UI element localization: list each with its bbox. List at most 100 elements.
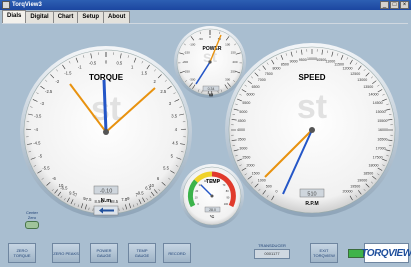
power-gauge-button[interactable]: POWER GAUGE — [90, 243, 118, 263]
tick-label: -250 — [184, 69, 190, 73]
tick-label: -9.5 — [136, 191, 144, 196]
tick-label: -4 — [34, 127, 38, 132]
power-value: 0.34 — [208, 87, 215, 91]
center-zero-label: Center Zero — [25, 210, 38, 220]
torqview-logo: TORQVIEW — [361, 243, 411, 263]
zero-torque-button[interactable]: ZERO TORQUE — [8, 243, 36, 263]
tick-label: 7000 — [258, 78, 266, 82]
tick-label: -1.5 — [64, 71, 72, 76]
gauges-svg: 0 0.511.522.533.544.555.566.577.588.599.5… — [20, 26, 399, 228]
tick-label: 0.5 — [116, 61, 122, 66]
tick-label: 3500 — [238, 137, 246, 141]
tick-label: 2000 — [247, 164, 255, 168]
tick-label: -1 — [78, 64, 82, 69]
torque-gauge: 0 0.511.522.533.544.555.566.577.588.599.5… — [20, 46, 192, 218]
tick-label: -5.5 — [42, 165, 50, 170]
speed-title: SPEED — [298, 73, 325, 82]
tick-label: 15500 — [377, 119, 387, 123]
tick-label: 6000 — [247, 93, 255, 97]
tick-label: 13000 — [357, 78, 367, 82]
tick-label: 0 — [276, 190, 278, 194]
tick-label: 15000 — [376, 110, 386, 114]
tick-label: 500 — [266, 185, 272, 189]
temp-title: TEMP — [206, 179, 221, 185]
tick-label: -50 — [198, 37, 203, 41]
tick-label: 8500 — [281, 63, 289, 67]
tick-label: 5500 — [242, 101, 250, 105]
temp-gauge-button[interactable]: TEMP GAUGE — [128, 243, 156, 263]
tick-label: 2.5 — [160, 89, 166, 94]
tick-label: -3.5 — [34, 114, 42, 119]
temp-hub — [210, 194, 214, 198]
torque-title: TORQUE — [89, 73, 124, 82]
tick-label: 20000 — [343, 190, 353, 194]
tick-label: 9000 — [290, 60, 298, 64]
tick-label: 3000 — [239, 147, 247, 151]
temp-unit: °C — [210, 214, 215, 219]
tick-label: 9500 — [299, 58, 307, 62]
tick-label: 19000 — [357, 178, 367, 182]
tick-label: -6 — [52, 176, 56, 181]
tick-label: 1.5 — [141, 71, 147, 76]
tick-label: 16500 — [377, 137, 387, 141]
tick-label: 100 — [224, 202, 229, 206]
tick-label: -5 — [38, 153, 42, 158]
exit-button[interactable]: EXIT TORQVIEW — [310, 243, 338, 263]
tick-label: -6.5 — [60, 185, 68, 190]
tick-label: 5.5 — [163, 165, 169, 170]
tick-label: 4000 — [237, 128, 245, 132]
tick-label: 200 — [232, 60, 237, 64]
tick-label: 250 — [231, 69, 236, 73]
tick-label: -4.5 — [33, 140, 41, 145]
speed-gauge: 0 5001000 1500 2000 2500 3000 3500 4000 4500 5000… — [225, 43, 399, 217]
speed-unit: R.P.M — [305, 201, 318, 207]
power-hub — [208, 60, 212, 64]
record-button[interactable]: RECORD — [163, 243, 191, 263]
speed-value: 510 — [307, 192, 316, 198]
tick-label: -7 — [73, 192, 77, 197]
tick-label: -2.5 — [45, 89, 53, 94]
torque-value: -0.10 — [100, 189, 113, 195]
center-zero-toggle[interactable]: Center Zero — [22, 210, 42, 230]
tick-label: -9 — [126, 196, 130, 201]
tick-label: 8000 — [273, 67, 281, 71]
temp-value: 28.0 — [209, 208, 216, 212]
logo-watermark-icon: st — [297, 88, 327, 126]
tick-label: 7500 — [265, 72, 273, 76]
tick-label: 13500 — [363, 85, 373, 89]
tick-label: 100 — [225, 42, 230, 46]
tick-label: 14000 — [368, 93, 378, 97]
tick-label: 1000 — [258, 178, 266, 182]
tick-label: 1500 — [252, 171, 260, 175]
tick-label: 18500 — [363, 171, 373, 175]
tick-label: 19500 — [350, 185, 360, 189]
temp-gauge: 010203040 50 60708090100 TEMP 28.0 °C — [180, 164, 244, 228]
tick-label: 6500 — [252, 85, 260, 89]
tick-label: 18000 — [368, 164, 378, 168]
tick-label: 17500 — [373, 155, 383, 159]
tick-label: -150 — [184, 51, 190, 55]
tick-label: 12500 — [350, 72, 360, 76]
tick-label: 16000 — [378, 128, 388, 132]
tick-label: -8.5 — [111, 199, 119, 204]
power-gauge: 100150200250300500-50-100-150-200-250-30… — [174, 26, 246, 98]
tick-label: -0.5 — [89, 61, 97, 66]
transducer-label: TRANSDUCER — [258, 243, 286, 248]
torque-unit: N.m — [101, 198, 112, 204]
tick-label: 2500 — [242, 155, 250, 159]
tick-label: 5000 — [239, 110, 247, 114]
tick-label: -7.5 — [84, 197, 92, 202]
tick-label: 3.5 — [171, 114, 177, 119]
tick-label: 4500 — [238, 119, 246, 123]
tick-label: 4.5 — [172, 140, 178, 145]
transducer-panel: TRANSDUCER 0001177 — [246, 243, 298, 263]
speed-hub — [309, 127, 315, 133]
tick-label: -300 — [189, 78, 195, 82]
tick-label: -10 — [148, 183, 155, 188]
transducer-value: 0001177 — [254, 249, 290, 259]
zero-peaks-button[interactable]: ZERO PEAKS — [52, 243, 80, 263]
center-zero-switch[interactable] — [25, 221, 39, 229]
tick-label: 17000 — [376, 147, 386, 151]
tick-label: -3 — [40, 101, 44, 106]
torque-needle — [102, 79, 108, 133]
